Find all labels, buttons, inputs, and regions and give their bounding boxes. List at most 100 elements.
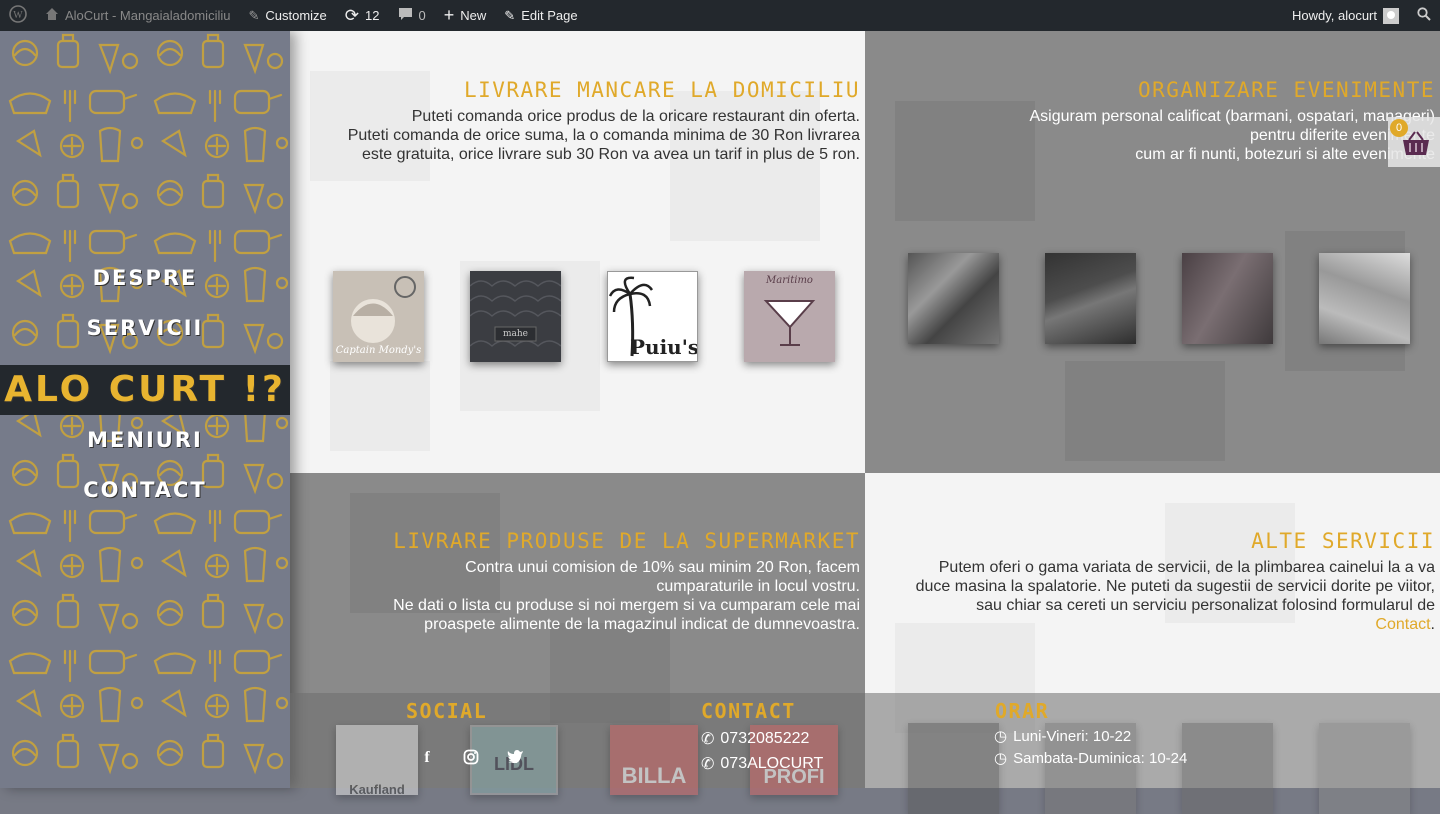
mahe-pattern-icon <box>470 280 561 348</box>
wordpress-icon: W <box>9 5 27 26</box>
events-title: ORGANIZARE EVENIMENTE <box>1137 78 1435 102</box>
contact-link[interactable]: Contact <box>1375 616 1430 633</box>
twitter-icon[interactable] <box>506 749 524 770</box>
store-name: Kaufland <box>349 782 405 795</box>
events-panel: ORGANIZARE EVENIMENTE Asiguram personal … <box>865 31 1440 473</box>
cart-count-badge: 0 <box>1390 119 1408 137</box>
orar-title: ORAR <box>995 699 1050 723</box>
admin-bar: W AloCurt - Mangaialadomiciliu ✎ Customi… <box>0 0 1440 31</box>
restaurant-logos: Captain Mondy's mahe Puiu's Maritimo <box>333 271 835 362</box>
customize-link[interactable]: ✎ Customize <box>239 0 335 31</box>
edit-page-label: Edit Page <box>521 8 578 23</box>
footer: Kaufland LIDL BILLA PROFI SOCIAL f CONTA… <box>290 693 1440 814</box>
edit-page-link[interactable]: ✎ Edit Page <box>495 0 586 31</box>
phone-2: 073ALOCURT <box>720 755 824 772</box>
pencil-icon: ✎ <box>504 7 516 23</box>
phone-icon: ✆ <box>701 731 715 748</box>
phone-1: 0732085222 <box>720 730 810 747</box>
brush-icon: ✎ <box>248 7 260 23</box>
events-text-1: Asiguram personal calificat (barmani, os… <box>1029 108 1435 125</box>
home-icon <box>45 7 59 24</box>
facebook-icon[interactable]: f <box>418 749 436 770</box>
event-photo[interactable] <box>908 253 999 344</box>
wordpress-logo-button[interactable]: W <box>0 0 36 31</box>
delivery-text-1: Puteti comanda orice produs de la oricar… <box>411 108 860 125</box>
refresh-icon: ⟳ <box>344 5 360 25</box>
services-grid: LIVRARE MANCARE LA DOMICILIU Puteti coma… <box>290 31 1440 788</box>
updates-link[interactable]: ⟳ 12 <box>336 0 389 31</box>
comment-icon <box>398 7 413 24</box>
sidebar: DESPRE SERVICII ALO CURT !? MENIURI CONT… <box>0 31 290 788</box>
store-logo: Kaufland <box>336 725 418 795</box>
restaurant-name: Puiu's <box>630 335 698 359</box>
supermarket-title: LIVRARE PRODUSE DE LA SUPERMARKET <box>393 529 860 553</box>
other-services-text: Putem oferi o gama variata de servicii, … <box>915 558 1435 634</box>
shopping-basket-icon <box>1401 131 1431 162</box>
event-photo[interactable] <box>1319 253 1410 344</box>
social-links: f <box>418 749 524 770</box>
social-title: SOCIAL <box>406 699 488 723</box>
new-content-link[interactable]: + New <box>435 0 496 31</box>
event-photos <box>908 253 1410 344</box>
restaurant-logo[interactable]: Puiu's <box>607 271 698 362</box>
svg-text:W: W <box>13 10 23 21</box>
nav-contact[interactable]: CONTACT <box>0 473 290 523</box>
delivery-panel: LIVRARE MANCARE LA DOMICILIU Puteti coma… <box>290 31 865 473</box>
site-name: AloCurt - Mangaialadomiciliu <box>65 8 231 23</box>
nav-meniuri[interactable]: MENIURI <box>0 423 290 473</box>
instagram-icon[interactable] <box>462 749 480 770</box>
event-photo[interactable] <box>1045 253 1136 344</box>
restaurant-name: Captain Mondy's <box>335 345 422 356</box>
site-name-link[interactable]: AloCurt - Mangaialadomiciliu <box>36 0 239 31</box>
footer-event-photos <box>908 723 1410 814</box>
restaurant-name: Maritimo <box>766 275 813 286</box>
other-services-body: Putem oferi o gama variata de servicii, … <box>915 559 1435 614</box>
howdy-label: Howdy, alocurt <box>1291 8 1377 23</box>
clock-icon: ◷ <box>994 728 1008 745</box>
supermarket-text-1: Contra unui comision de 10% sau minim 20… <box>465 559 860 595</box>
period: . <box>1430 616 1435 633</box>
events-text-2: pentru diferite evenimente <box>1250 127 1435 144</box>
clock-icon: ◷ <box>994 750 1008 767</box>
hours-line-2: ◷ Sambata-Duminica: 10-24 <box>994 749 1188 768</box>
hours-weekday: Luni-Vineri: 10-22 <box>1013 727 1132 745</box>
supermarket-text-2: Ne dati o lista cu produse si noi mergem… <box>393 597 860 633</box>
avatar <box>1383 7 1399 24</box>
event-photo <box>1319 723 1410 814</box>
restaurant-logo[interactable]: Maritimo <box>744 271 835 362</box>
nav-servicii[interactable]: SERVICII <box>0 311 290 361</box>
updates-count: 12 <box>365 8 380 23</box>
contact-title: CONTACT <box>701 699 796 723</box>
restaurant-logo[interactable]: Captain Mondy's <box>333 271 424 362</box>
phone-line-2[interactable]: ✆ 073ALOCURT <box>701 754 823 774</box>
nav-despre[interactable]: DESPRE <box>0 261 290 311</box>
restaurant-name: mahe <box>502 329 529 339</box>
restaurant-logo[interactable]: mahe <box>470 271 561 362</box>
nav-alo-curt[interactable]: ALO CURT !? <box>0 365 290 415</box>
delivery-text-2: Puteti comanda de orice suma, la o coman… <box>347 127 860 163</box>
main-nav: DESPRE SERVICII ALO CURT !? MENIURI CONT… <box>0 261 290 523</box>
store-name: BILLA <box>621 763 687 788</box>
store-logo: BILLA <box>610 725 698 795</box>
bg-tile <box>330 361 430 451</box>
hours-weekend: Sambata-Duminica: 10-24 <box>1013 749 1188 767</box>
cart-button[interactable]: 0 <box>1388 117 1440 167</box>
plus-icon: + <box>443 5 455 25</box>
delivery-title: LIVRARE MANCARE LA DOMICILIU <box>463 78 860 102</box>
hours-line-1: ◷ Luni-Vineri: 10-22 <box>994 727 1132 746</box>
new-label: New <box>460 8 487 23</box>
customize-label: Customize <box>265 8 327 23</box>
search-icon <box>1417 7 1431 24</box>
event-photo <box>1182 723 1273 814</box>
comments-count: 0 <box>418 8 426 23</box>
event-photo[interactable] <box>1182 253 1273 344</box>
comments-link[interactable]: 0 <box>389 0 435 31</box>
phone-icon: ✆ <box>701 756 715 773</box>
account-menu[interactable]: Howdy, alocurt <box>1283 0 1408 31</box>
events-text-3: cum ar fi nunti, botezuri si alte evenim… <box>1135 146 1435 163</box>
event-photo <box>908 723 999 814</box>
phone-line-1[interactable]: ✆ 0732085222 <box>701 729 809 749</box>
admin-search-button[interactable] <box>1408 0 1440 31</box>
bg-tile <box>1065 361 1225 461</box>
other-services-title: ALTE SERVICII <box>1251 529 1435 553</box>
